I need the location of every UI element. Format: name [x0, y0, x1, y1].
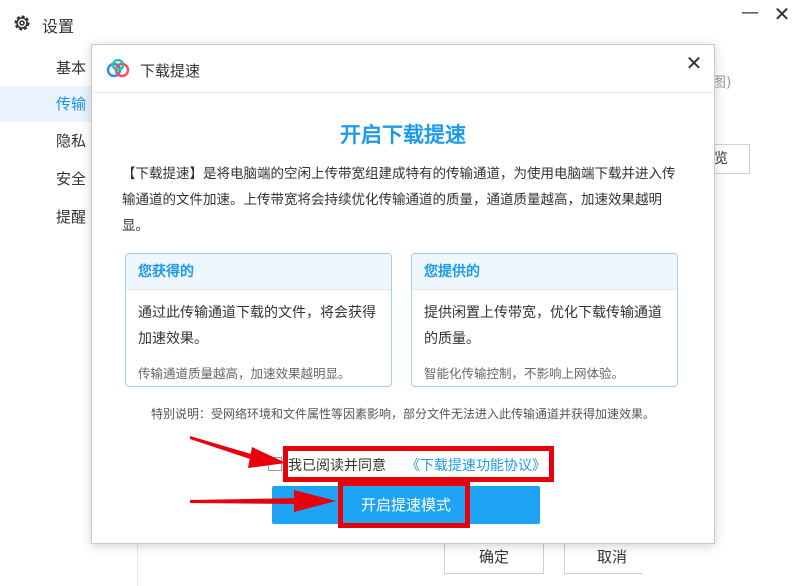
contribution-card: 您提供的 提供闲置上传带宽，优化下载传输通道的质量。 智能化传输控制，不影响上网… [411, 253, 678, 387]
dialog-close-icon[interactable]: ✕ [682, 51, 706, 75]
ok-button[interactable]: 确定 [444, 540, 544, 574]
sidebar-item-label: 隐私 [56, 132, 87, 150]
benefit-card: 您获得的 通过此传输通道下载的文件，将会获得加速效果。 传输通道质量越高，加速效… [125, 253, 392, 387]
annotation-highlight-agreement [283, 446, 554, 482]
card-header: 您提供的 [412, 254, 677, 290]
dialog-title: 下载提速 [140, 62, 201, 80]
minimize-icon[interactable]: — [740, 2, 760, 23]
cancel-button[interactable]: 取消 [564, 540, 642, 574]
card-header: 您获得的 [126, 254, 391, 290]
card-footer: 传输通道质量越高，加速效果越明显。 [138, 366, 351, 381]
browse-button[interactable]: 览 [712, 144, 750, 174]
special-note: 特别说明：受网络环境和文件属性等因素影响，部分文件无法进入此传输通道并获得加速效… [150, 407, 655, 421]
sidebar-item-label: 传输 [56, 95, 87, 113]
dialog-header: 下载提速 ✕ [92, 45, 714, 93]
card-footer: 智能化传输控制，不影响上网体验。 [424, 366, 625, 381]
annotation-highlight-button [338, 481, 470, 528]
settings-title: 设置 [42, 17, 75, 36]
main-heading: 开启下载提速 [340, 123, 466, 147]
description-text: 【下载提速】是将电脑端的空闲上传带宽组建成特有的传输通道，为使用电脑端下载并进入… [122, 166, 676, 234]
sidebar-item-label: 基本 [56, 59, 87, 77]
sidebar-item-label: 提醒 [56, 208, 87, 226]
card-body: 提供闲置上传带宽，优化下载传输通道的质量。 [424, 305, 662, 347]
close-icon[interactable]: ✕ [770, 2, 794, 26]
cloud-logo-icon [106, 59, 130, 78]
annotation-arrow-icon [190, 436, 286, 468]
card-body: 通过此传输通道下载的文件，将会获得加速效果。 [138, 305, 376, 347]
sidebar-item-label: 安全 [56, 170, 87, 188]
gear-icon [14, 15, 30, 31]
annotation-arrow-icon [190, 490, 336, 512]
settings-titlebar: 设置 — ✕ [0, 0, 803, 46]
